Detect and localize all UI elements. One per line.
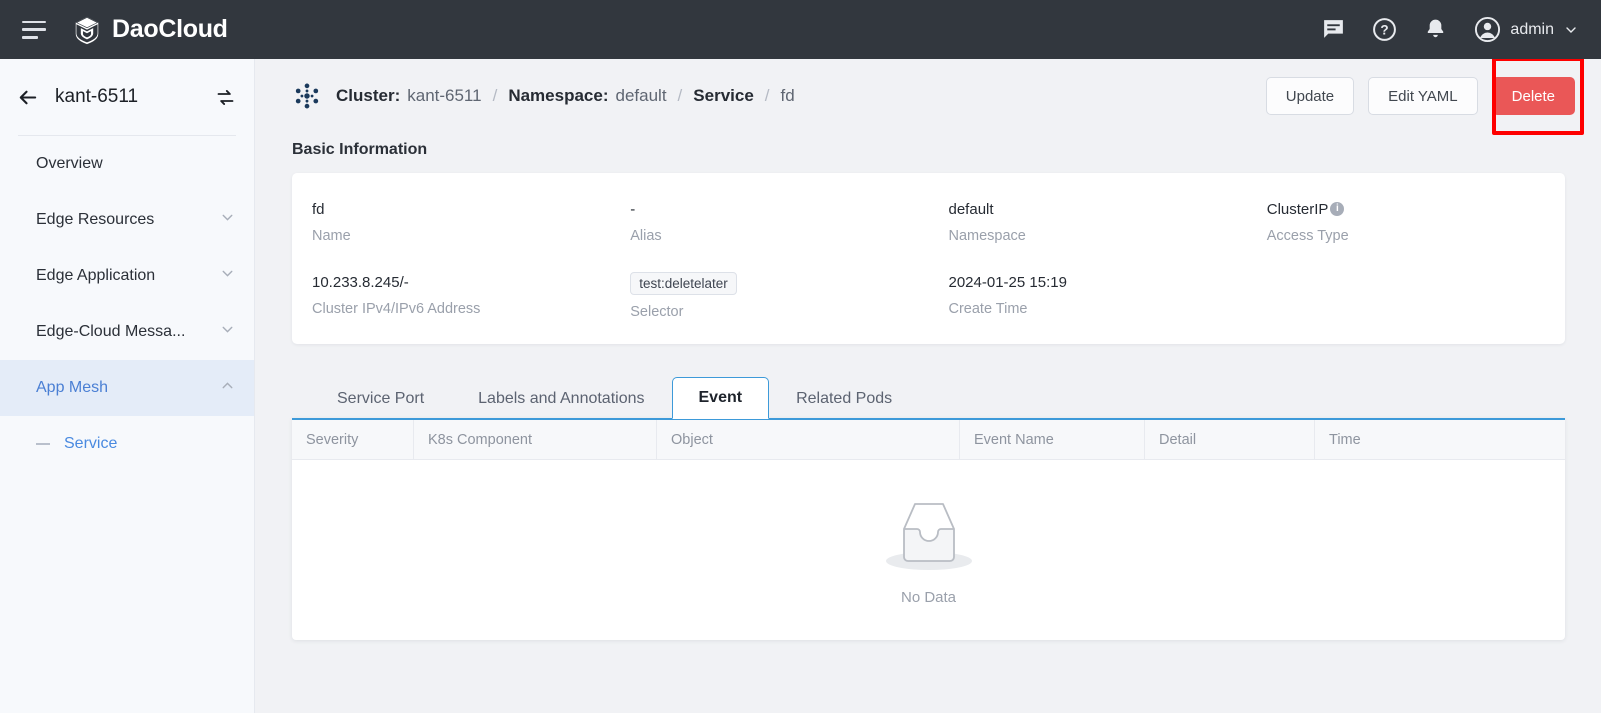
field-alias: - Alias [610,199,928,244]
basic-info-row-1: fd Name - Alias default Namespace Cluste… [292,199,1565,244]
column-header-time: Time [1315,420,1565,459]
field-key: Cluster IPv4/IPv6 Address [312,301,592,317]
detail-tabs: Service Port Labels and Annotations Even… [292,376,1565,418]
sidebar-header: kant-6511 [0,59,254,135]
chevron-down-icon [219,265,236,287]
field-key: Create Time [949,301,1229,317]
detail-tabs-section: Service Port Labels and Annotations Even… [292,376,1565,640]
field-value: ClusterIP [1267,201,1329,218]
empty-inbox-icon [881,495,977,575]
basic-information-title: Basic Information [256,141,1601,159]
event-tab-panel: Severity K8s Component Object Event Name… [292,418,1565,640]
svg-text:?: ? [1381,23,1389,38]
top-navigation-bar: DaoCloud ? [0,0,1601,59]
field-value: 10.233.8.245/- [312,272,592,292]
sidebar-item-label: App Mesh [36,379,108,397]
chevron-down-icon [219,209,236,231]
field-value: 2024-01-25 15:19 [949,272,1229,292]
topbar-actions: ? admin [1321,16,1579,43]
tab-related-pods[interactable]: Related Pods [769,377,919,419]
basic-info-row-2: 10.233.8.245/- Cluster IPv4/IPv6 Address… [292,272,1565,320]
brand-name: DaoCloud [112,15,228,44]
daocloud-cube-icon [72,15,102,45]
breadcrumb-namespace-label: Namespace: [508,86,608,106]
avatar [1474,16,1501,43]
user-name: admin [1510,21,1554,39]
hamburger-icon[interactable] [22,21,46,39]
field-key: Access Type [1267,228,1547,244]
update-button[interactable]: Update [1266,77,1354,115]
breadcrumb-cluster-value[interactable]: kant-6511 [407,86,481,106]
edit-yaml-button[interactable]: Edit YAML [1368,77,1477,115]
column-header-event-name: Event Name [960,420,1145,459]
breadcrumb-service-value: fd [781,86,795,106]
field-access-type: ClusterIPi Access Type [1247,199,1565,244]
page-actions: Update Edit YAML Delete [1266,77,1575,115]
field-cluster-ip: 10.233.8.245/- Cluster IPv4/IPv6 Address [292,272,610,320]
event-table-header: Severity K8s Component Object Event Name… [292,420,1565,460]
empty-state-label: No Data [901,589,956,606]
breadcrumb-cluster-label: Cluster: [336,86,400,106]
chevron-up-icon [219,377,236,399]
sidebar-cluster-name: kant-6511 [55,86,138,108]
user-menu[interactable]: admin [1474,16,1579,43]
field-key: Namespace [949,228,1229,244]
message-icon[interactable] [1321,17,1346,42]
selector-chip: test:deletelater [630,272,737,295]
sidebar-item-edge-application[interactable]: Edge Application [0,248,254,304]
empty-state: No Data [292,460,1565,640]
help-icon[interactable]: ? [1372,17,1397,42]
column-header-object: Object [657,420,960,459]
tab-event[interactable]: Event [672,377,770,419]
field-selector: test:deletelater Selector [610,272,928,320]
sidebar-item-label: Edge Application [36,267,155,285]
cluster-dots-icon [292,81,322,111]
arrow-left-icon[interactable] [16,86,39,109]
field-create-time: 2024-01-25 15:19 Create Time [929,272,1247,320]
switch-cluster-icon[interactable] [215,87,236,108]
sidebar: kant-6511 Overview Edge Resources Edge A… [0,59,255,713]
breadcrumb-separator: / [678,86,683,106]
breadcrumb-namespace-value[interactable]: default [616,86,667,106]
brand-logo[interactable]: DaoCloud [72,15,228,45]
breadcrumb-bar: Cluster: kant-6511 / Namespace: default … [256,59,1601,133]
sidebar-item-label: Overview [36,155,103,173]
sidebar-item-overview[interactable]: Overview [0,136,254,192]
bell-icon[interactable] [1423,17,1448,42]
field-namespace: default Namespace [929,199,1247,244]
sidebar-item-edge-cloud-messaging[interactable]: Edge-Cloud Messa... [0,304,254,360]
breadcrumb-separator: / [765,86,770,106]
info-icon[interactable]: i [1330,202,1344,216]
main-content: Cluster: kant-6511 / Namespace: default … [256,59,1601,713]
breadcrumb-separator: / [493,86,498,106]
column-header-k8s-component: K8s Component [414,420,657,459]
field-value: default [949,199,1229,219]
tab-service-port[interactable]: Service Port [310,377,451,419]
column-header-detail: Detail [1145,420,1315,459]
sidebar-item-service[interactable]: Service [0,416,254,472]
sidebar-item-label: Edge Resources [36,211,154,229]
field-empty [1247,272,1565,320]
sidebar-item-label: Edge-Cloud Messa... [36,323,185,341]
field-value-wrap: ClusterIPi [1267,199,1547,219]
column-header-severity: Severity [292,420,414,459]
field-key: Selector [630,304,910,320]
field-value: - [630,199,910,219]
chevron-down-icon [219,321,236,343]
field-key: Alias [630,228,910,244]
sidebar-item-app-mesh[interactable]: App Mesh [0,360,254,416]
field-key: Name [312,228,592,244]
tab-labels-and-annotations[interactable]: Labels and Annotations [451,377,671,419]
field-value: fd [312,199,592,219]
chevron-down-icon [1563,22,1579,38]
dash-icon [36,443,50,445]
field-value-wrap: test:deletelater [630,272,910,295]
breadcrumb-service-label[interactable]: Service [693,86,754,106]
basic-information-card: fd Name - Alias default Namespace Cluste… [292,173,1565,344]
sidebar-item-edge-resources[interactable]: Edge Resources [0,192,254,248]
field-name: fd Name [292,199,610,244]
breadcrumb: Cluster: kant-6511 / Namespace: default … [336,86,795,106]
delete-button[interactable]: Delete [1492,77,1575,115]
sidebar-subitem-label: Service [64,435,117,453]
